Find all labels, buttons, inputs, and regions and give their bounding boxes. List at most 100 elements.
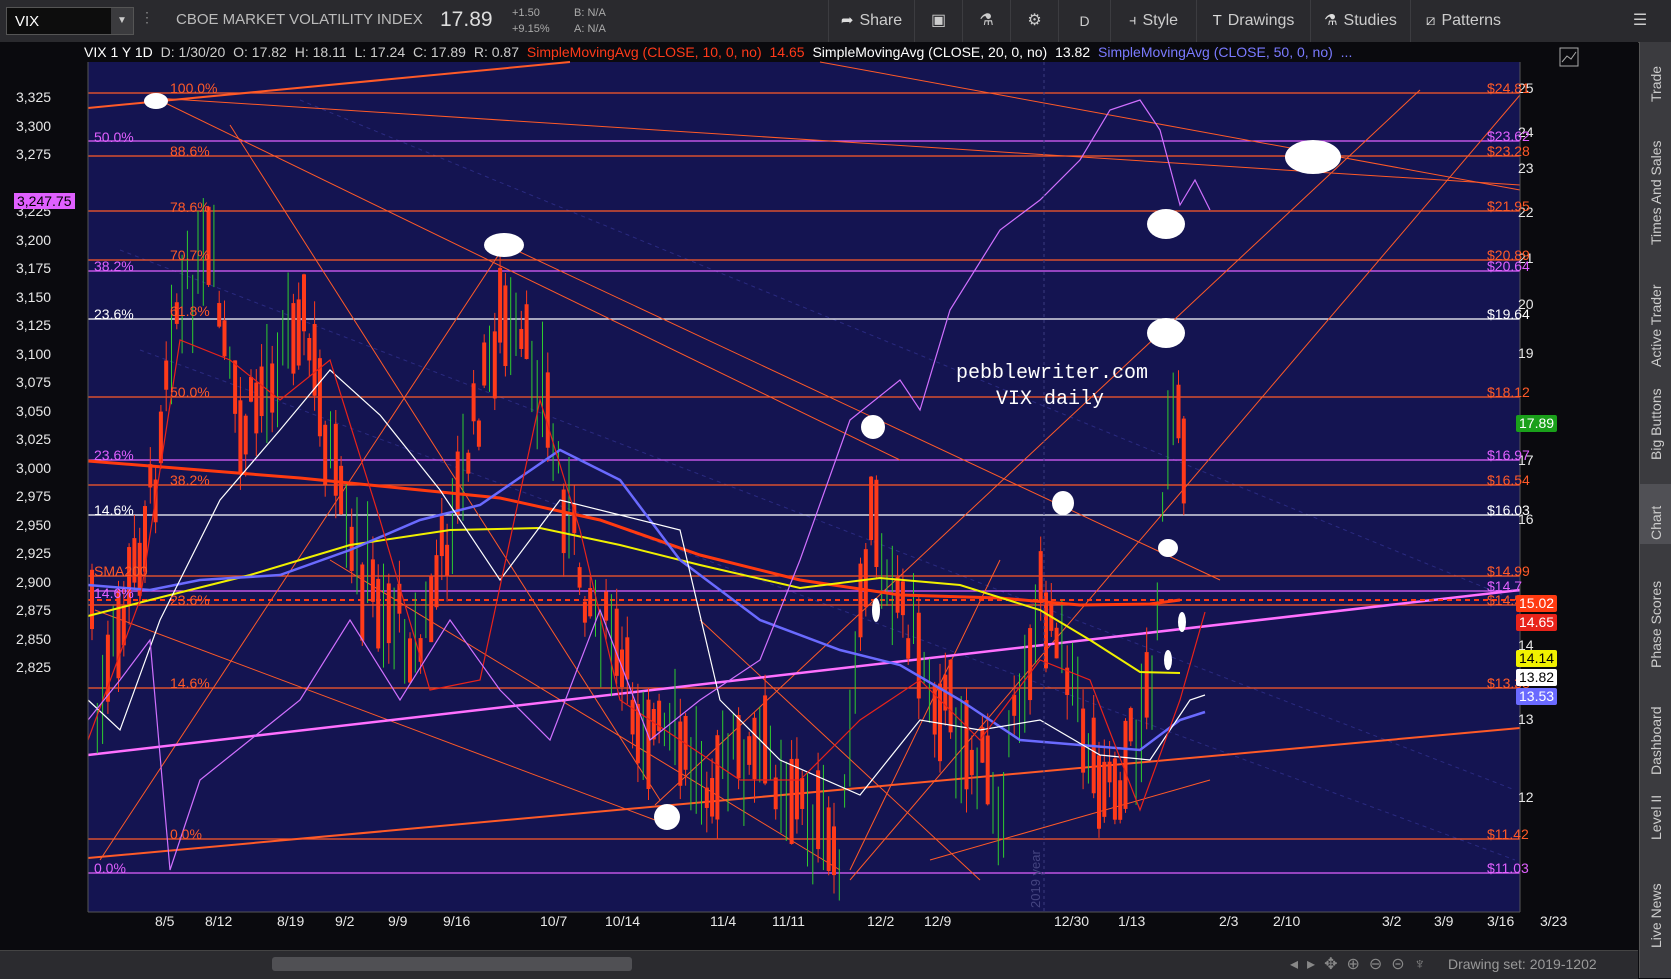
candle-body bbox=[1038, 551, 1043, 601]
x-axis-tick: 12/30 bbox=[1054, 913, 1090, 929]
legend-more[interactable]: ... bbox=[1341, 44, 1353, 60]
candle-body bbox=[1112, 758, 1117, 820]
candle-body bbox=[503, 285, 508, 367]
fib-right-label: $18.12 bbox=[1487, 384, 1530, 400]
patterns-icon: ⧄ bbox=[1425, 12, 1436, 29]
fib-left-label: 38.2% bbox=[94, 258, 134, 274]
x-axis-tick: 8/19 bbox=[277, 913, 305, 929]
candle-body bbox=[747, 736, 752, 765]
style-button[interactable]: ⫞ Style bbox=[1110, 0, 1196, 42]
share-icon: ➦ bbox=[840, 12, 854, 29]
candle-body bbox=[1144, 652, 1149, 718]
x-axis-tick: 8/12 bbox=[205, 913, 233, 929]
candle-body bbox=[826, 807, 831, 871]
x-axis-tick: 8/5 bbox=[155, 913, 175, 929]
fib-left-label: 38.2% bbox=[170, 472, 210, 488]
fib-right-label: $16.54 bbox=[1487, 472, 1530, 488]
camera-icon: ▣ bbox=[930, 12, 947, 29]
settings-button[interactable]: ⚙ bbox=[1010, 0, 1058, 42]
candle-body bbox=[439, 514, 444, 557]
candle-body bbox=[561, 489, 566, 554]
candle-body bbox=[678, 721, 683, 786]
fib-right-label: $23.62 bbox=[1487, 128, 1530, 144]
x-axis-tick: 2/3 bbox=[1219, 913, 1239, 929]
share-button[interactable]: ➦ Share bbox=[828, 0, 914, 42]
candle-body bbox=[339, 465, 344, 515]
chart-area[interactable]: 2019 year pebblewriter.com VIX daily 3,3… bbox=[0, 42, 1638, 978]
candle-body bbox=[291, 303, 296, 374]
hamburger-icon: ☰ bbox=[1632, 12, 1648, 29]
fib-right-label: $16.03 bbox=[1487, 502, 1530, 518]
candle-body bbox=[1054, 627, 1059, 659]
candle-body bbox=[217, 303, 222, 327]
candle-body bbox=[938, 683, 942, 762]
x-axis-tick: 9/16 bbox=[443, 913, 471, 929]
fib-right-label: $24.81 bbox=[1487, 80, 1530, 96]
candle-body bbox=[376, 578, 381, 649]
candle-body bbox=[1107, 761, 1112, 783]
candle-body bbox=[206, 206, 211, 285]
x-axis-tick: 9/2 bbox=[335, 913, 355, 929]
x-axis-tick: 3/2 bbox=[1382, 913, 1402, 929]
right-axis-tick: 13 bbox=[1518, 711, 1534, 727]
candle-body bbox=[397, 583, 402, 614]
candle-body bbox=[524, 304, 529, 360]
fib-left-label: 0.0% bbox=[94, 860, 126, 876]
symbol-input[interactable]: VIX ▼ bbox=[6, 7, 134, 35]
legend-symbol[interactable]: VIX 1 Y 1D bbox=[84, 44, 153, 60]
left-axis-tick: 2,875 bbox=[16, 602, 52, 618]
candle-body bbox=[434, 555, 439, 608]
fib-left-label: 61.8% bbox=[170, 303, 210, 319]
price-badge: 15.02 bbox=[1516, 595, 1558, 612]
candle-body bbox=[249, 376, 253, 402]
drag-handle-icon[interactable]: ⋮ bbox=[140, 9, 154, 33]
legend-open: O: 17.82 bbox=[233, 44, 287, 60]
legend-sma20[interactable]: SimpleMovingAvg (CLOSE, 20, 0, no) bbox=[812, 44, 1047, 60]
candle-body bbox=[1128, 708, 1133, 742]
flask-icon: ⚗ bbox=[979, 12, 994, 29]
candle-body bbox=[1102, 761, 1107, 817]
fib-left-label: 23.6% bbox=[94, 447, 134, 463]
candle-body bbox=[360, 564, 365, 641]
left-axis-tick: 3,050 bbox=[16, 402, 52, 419]
candle-body bbox=[323, 424, 328, 485]
left-axis-tick: 3,125 bbox=[16, 317, 52, 333]
candle-body bbox=[1012, 694, 1017, 716]
candle-body bbox=[1123, 720, 1128, 809]
camera-button[interactable]: ▣ bbox=[914, 0, 962, 42]
fib-left-label: SMA200 bbox=[94, 563, 148, 579]
candle-body bbox=[715, 735, 720, 820]
candle-body bbox=[482, 342, 487, 386]
candle-body bbox=[985, 735, 990, 805]
left-axis-tick: 2,900 bbox=[16, 573, 52, 590]
study-legend: VIX 1 Y 1D D: 1/30/20 O: 17.82 H: 18.11 … bbox=[84, 42, 1534, 62]
fib-left-label: 70.7% bbox=[170, 247, 210, 263]
left-axis-tick: 2,925 bbox=[16, 545, 52, 561]
studies-button[interactable]: ⚗ Studies bbox=[1310, 0, 1410, 42]
horizontal-scrollbar[interactable] bbox=[272, 957, 632, 971]
legend-sma10[interactable]: SimpleMovingAvg (CLOSE, 10, 0, no) bbox=[527, 44, 762, 60]
drawings-button[interactable]: T Drawings bbox=[1196, 0, 1310, 42]
text-tool-icon: T bbox=[1212, 12, 1222, 29]
left-axis-tick: 3,275 bbox=[16, 146, 52, 162]
left-axis-tick: 2,825 bbox=[16, 659, 52, 675]
x-axis-tick: 1/13 bbox=[1118, 913, 1146, 929]
drawing-set-label[interactable]: Drawing set: 2019-1202 bbox=[1448, 956, 1597, 972]
patterns-button[interactable]: ⧄ Patterns bbox=[1410, 0, 1516, 42]
legend-sma50[interactable]: SimpleMovingAvg (CLOSE, 50, 0, no) bbox=[1098, 44, 1333, 60]
candle-body bbox=[116, 591, 121, 679]
x-axis-tick: 3/23 bbox=[1540, 913, 1568, 929]
period-button[interactable]: D bbox=[1058, 0, 1110, 42]
candle-body bbox=[1176, 384, 1181, 439]
menu-button[interactable]: ☰ bbox=[1620, 0, 1660, 42]
x-axis-tick: 3/9 bbox=[1434, 913, 1454, 929]
fib-left-label: 100.0% bbox=[170, 80, 218, 96]
chart-canvas[interactable]: 2019 year pebblewriter.com VIX daily bbox=[0, 42, 1638, 950]
symbol-dropdown-icon[interactable]: ▼ bbox=[111, 8, 133, 34]
flask-button[interactable]: ⚗ bbox=[962, 0, 1010, 42]
zoom-controls[interactable]: ◂▸✥⊕⊖⊝♆ bbox=[1290, 954, 1435, 974]
fib-right-label: $11.03 bbox=[1487, 860, 1529, 876]
last-price: 17.89 bbox=[440, 8, 493, 31]
sidebar-tab-chart[interactable]: Chart bbox=[1640, 484, 1671, 544]
legend-high: H: 18.11 bbox=[294, 44, 347, 60]
